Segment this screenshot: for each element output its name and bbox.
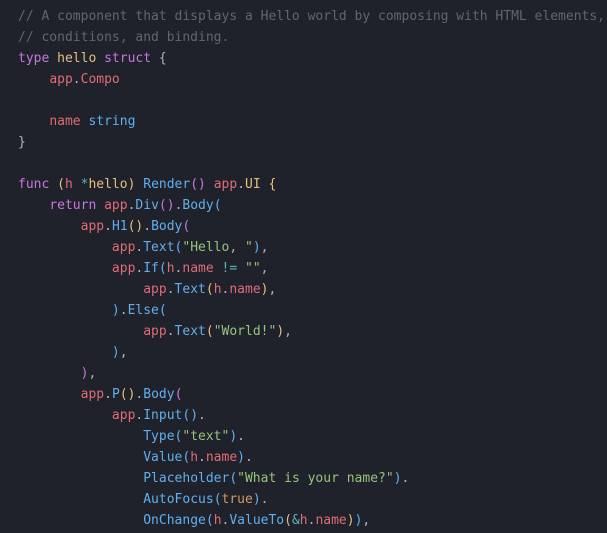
string: "World!"	[214, 324, 277, 339]
comment-line: // A component that displays a Hello wor…	[18, 9, 605, 24]
keyword: return	[49, 198, 96, 213]
keyword: type	[18, 51, 49, 66]
type-name: hello	[57, 51, 96, 66]
ident: app	[49, 72, 72, 87]
string: "What is your name?"	[237, 471, 394, 486]
ident: name	[49, 114, 80, 129]
type-name: string	[88, 114, 135, 129]
comment-line: // conditions, and binding.	[18, 30, 229, 45]
func-name: Render	[143, 177, 190, 192]
keyword: func	[18, 177, 49, 192]
string: "Hello, "	[182, 240, 252, 255]
ident: Compo	[81, 72, 120, 87]
code-block: // A component that displays a Hello wor…	[0, 0, 607, 531]
keyword: struct	[104, 51, 151, 66]
